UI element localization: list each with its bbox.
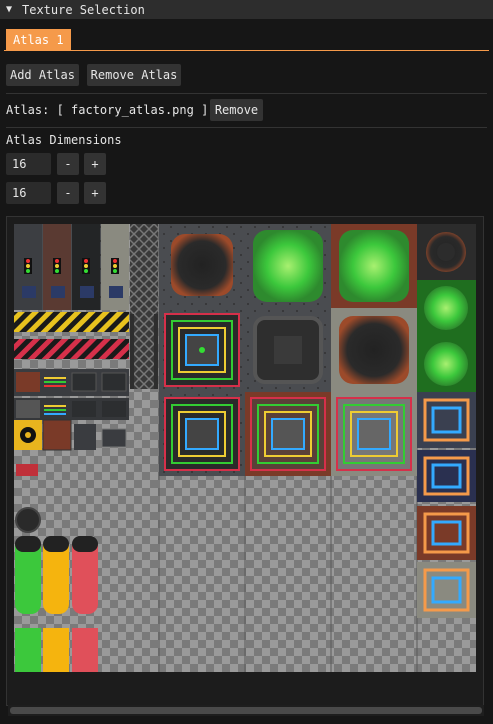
tab-atlas-1[interactable]: Atlas 1 (6, 29, 71, 50)
add-atlas-button[interactable]: Add Atlas (6, 64, 79, 86)
scrollbar-thumb[interactable] (10, 707, 482, 714)
atlas-file-label: Atlas: [ factory_atlas.png ] (6, 103, 209, 117)
atlas-height-input[interactable]: 16 (6, 182, 51, 204)
collapse-arrow-icon[interactable]: ▼ (6, 4, 18, 15)
separator (6, 93, 487, 94)
tab-bar: Atlas 1 (0, 29, 493, 51)
remove-file-button[interactable]: Remove (210, 99, 263, 121)
width-increment-button[interactable]: + (84, 153, 106, 175)
texture-selection-window: ▼ Texture Selection Atlas 1 Add Atlas Re… (0, 0, 493, 724)
horizontal-scrollbar[interactable] (8, 705, 484, 716)
atlas-texture-image[interactable] (14, 224, 476, 672)
remove-atlas-button[interactable]: Remove Atlas (87, 64, 181, 86)
atlas-dimensions-label: Atlas Dimensions (6, 133, 122, 147)
height-decrement-button[interactable]: - (57, 182, 79, 204)
window-titlebar[interactable]: ▼ Texture Selection (0, 0, 493, 19)
separator (6, 127, 487, 128)
tab-underline (4, 50, 489, 51)
atlas-width-input[interactable]: 16 (6, 153, 51, 175)
window-title: Texture Selection (22, 2, 145, 17)
height-increment-button[interactable]: + (84, 182, 106, 204)
width-decrement-button[interactable]: - (57, 153, 79, 175)
